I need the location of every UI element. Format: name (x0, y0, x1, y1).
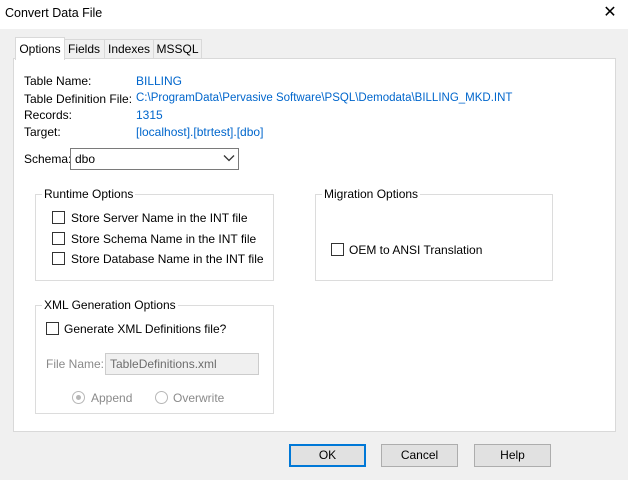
table-definition-value: C:\ProgramData\Pervasive Software\PSQL\D… (136, 92, 513, 104)
chevron-down-icon (223, 155, 235, 162)
close-icon[interactable]: ✕ (597, 2, 623, 24)
tab-indexes[interactable]: Indexes (104, 39, 154, 59)
tab-label: MSSQL (156, 42, 199, 56)
xml-generation-options-title: XML Generation Options (42, 298, 178, 312)
cancel-button[interactable]: Cancel (381, 444, 458, 467)
table-name-value: BILLING (136, 74, 183, 88)
file-name-value: TableDefinitions.xml (110, 357, 217, 371)
migration-options-title: Migration Options (322, 187, 421, 201)
tab-label: Options (19, 42, 61, 56)
window-title: Convert Data File (5, 6, 103, 20)
append-radio[interactable] (72, 391, 85, 404)
generate-xml-checkbox[interactable] (46, 322, 59, 335)
schema-dropdown[interactable]: dbo (70, 148, 239, 170)
store-database-name-checkbox[interactable] (52, 252, 65, 265)
target-value: [localhost].[btrtest].[dbo] (136, 125, 264, 139)
store-database-name-label: Store Database Name in the INT file (71, 252, 264, 266)
table-name-label: Table Name: (24, 74, 92, 88)
generate-xml-label: Generate XML Definitions file? (64, 322, 227, 336)
target-label: Target: (24, 125, 61, 139)
tab-label: Indexes (107, 42, 151, 56)
overwrite-label: Overwrite (173, 391, 225, 405)
oem-to-ansi-label: OEM to ANSI Translation (349, 243, 483, 257)
radio-selected-dot (76, 395, 81, 400)
ok-button[interactable]: OK (289, 444, 366, 467)
records-label: Records: (24, 108, 73, 122)
migration-options-group (315, 194, 553, 281)
runtime-options-title: Runtime Options (42, 187, 136, 201)
store-schema-name-checkbox[interactable] (52, 232, 65, 245)
schema-label: Schema: (24, 152, 72, 166)
records-value: 1315 (136, 108, 163, 122)
oem-to-ansi-checkbox[interactable] (331, 243, 344, 256)
file-name-label: File Name: (46, 357, 105, 371)
store-server-name-checkbox[interactable] (52, 211, 65, 224)
tab-mssql[interactable]: MSSQL (153, 39, 202, 59)
tab-label: Fields (67, 42, 100, 56)
append-label: Append (91, 391, 133, 405)
file-name-input[interactable]: TableDefinitions.xml (105, 353, 259, 375)
help-button[interactable]: Help (474, 444, 551, 467)
title-bar: Convert Data File ✕ (0, 0, 628, 29)
overwrite-radio[interactable] (155, 391, 168, 404)
schema-value: dbo (75, 152, 96, 166)
store-server-name-label: Store Server Name in the INT file (71, 211, 248, 225)
tab-fields[interactable]: Fields (63, 39, 105, 59)
table-definition-label: Table Definition File: (24, 92, 133, 106)
store-schema-name-label: Store Schema Name in the INT file (71, 232, 257, 246)
tab-options[interactable]: Options (15, 37, 65, 60)
